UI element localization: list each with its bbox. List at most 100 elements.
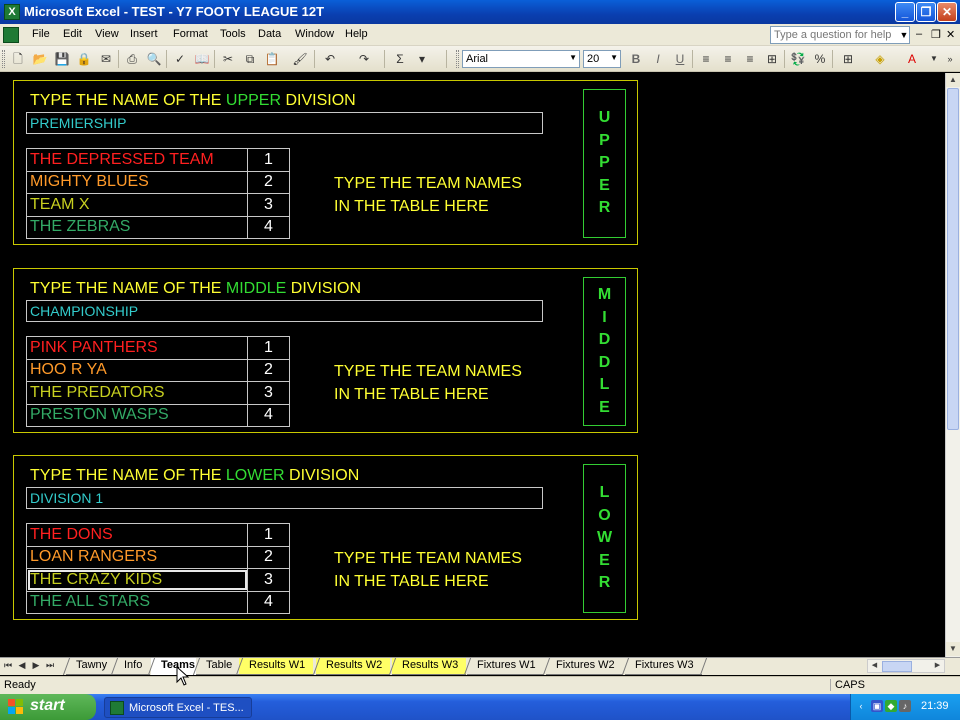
sheet-tab[interactable]: Fixtures W2 (546, 658, 623, 675)
font-name-dropdown-icon[interactable]: ▼ (569, 53, 577, 62)
title-bar[interactable]: X Microsoft Excel - TEST - Y7 FOOTY LEAG… (0, 0, 960, 24)
division-name-cell[interactable]: CHAMPIONSHIP (26, 300, 543, 322)
security-icon[interactable]: ◆ (885, 700, 897, 712)
open-icon[interactable]: 📂 (32, 51, 48, 67)
help-dropdown-icon[interactable]: ▼ (898, 26, 910, 44)
help-search-input[interactable]: Type a question for help (770, 26, 910, 44)
team-name-cell[interactable]: THE ZEBRAS (26, 215, 248, 239)
volume-icon[interactable]: ♪ (899, 700, 911, 712)
team-name-cell[interactable]: PRESTON WASPS (26, 403, 248, 427)
permission-icon[interactable]: 🔒 (76, 51, 92, 67)
autosum-dropdown-icon[interactable]: ▾ (414, 51, 430, 67)
new-icon[interactable]: 🗋 (10, 51, 26, 67)
excel-icon[interactable]: X (4, 4, 20, 20)
underline-icon[interactable]: U (672, 51, 688, 67)
team-number-cell[interactable]: 1 (247, 336, 290, 360)
copy-icon[interactable]: ⧉ (242, 51, 258, 67)
italic-icon[interactable]: I (650, 51, 666, 67)
horizontal-scrollbar[interactable]: ◀ ▶ (867, 659, 945, 673)
workbook-restore-icon[interactable]: ❐ (931, 28, 941, 41)
minimize-button[interactable]: _ (895, 2, 915, 22)
team-number-cell[interactable]: 3 (247, 568, 290, 592)
team-number-cell[interactable]: 2 (247, 170, 290, 194)
sheet-tab[interactable]: Results W3 (392, 658, 467, 675)
print-icon[interactable]: ⎙ (124, 51, 140, 67)
menu-insert[interactable]: Insert (130, 28, 158, 40)
team-name-cell[interactable]: LOAN RANGERS (26, 545, 248, 569)
align-left-icon[interactable]: ≡ (698, 51, 714, 67)
font-color-icon[interactable]: A (904, 51, 920, 67)
font-size-select[interactable]: 20 ▼ (583, 50, 621, 68)
network-icon[interactable]: ▣ (871, 700, 883, 712)
sheet-tab[interactable]: Results W2 (316, 658, 391, 675)
team-name-cell[interactable]: MIGHTY BLUES (26, 170, 248, 194)
division-name-cell[interactable]: DIVISION 1 (26, 487, 543, 509)
save-icon[interactable]: 💾 (54, 51, 70, 67)
worksheet-grid[interactable]: TYPE THE NAME OF THE UPPER DIVISION PREM… (0, 73, 945, 657)
team-number-cell[interactable]: 4 (247, 590, 290, 614)
scroll-down-icon[interactable]: ▼ (946, 642, 960, 656)
menu-data[interactable]: Data (258, 28, 281, 40)
team-name-cell[interactable]: THE PREDATORS (26, 381, 248, 405)
team-number-cell[interactable]: 4 (247, 215, 290, 239)
division-name-cell[interactable]: PREMIERSHIP (26, 112, 543, 134)
workbook-close-icon[interactable]: ✕ (946, 28, 955, 41)
team-name-cell[interactable]: PINK PANTHERS (26, 336, 248, 360)
team-number-cell[interactable]: 3 (247, 381, 290, 405)
paste-icon[interactable]: 📋 (264, 51, 280, 67)
team-name-cell[interactable]: HOO R YA (26, 358, 248, 382)
team-number-cell[interactable]: 1 (247, 148, 290, 172)
prev-sheet-icon[interactable]: ◀ (16, 660, 28, 671)
sheet-tab[interactable]: Table (196, 658, 241, 675)
sheet-tab[interactable]: Fixtures W3 (625, 658, 702, 675)
redo-icon[interactable]: ↷ (356, 51, 372, 67)
team-number-cell[interactable]: 1 (247, 523, 290, 547)
team-name-cell[interactable]: TEAM X (26, 193, 248, 217)
font-size-dropdown-icon[interactable]: ▼ (610, 53, 618, 62)
close-button[interactable]: ✕ (937, 2, 957, 22)
font-name-select[interactable]: Arial ▼ (462, 50, 580, 68)
undo-icon[interactable]: ↶ (322, 51, 338, 67)
horizontal-scroll-thumb[interactable] (882, 661, 912, 672)
align-right-icon[interactable]: ≡ (742, 51, 758, 67)
menu-tools[interactable]: Tools (220, 28, 246, 40)
vertical-scrollbar[interactable]: ▲ ▼ (945, 73, 960, 657)
print-preview-icon[interactable]: 🔍 (146, 51, 162, 67)
scroll-up-icon[interactable]: ▲ (946, 73, 960, 87)
last-sheet-icon[interactable]: ⏭ (44, 660, 56, 671)
merge-center-icon[interactable]: ⊞ (764, 51, 780, 67)
bold-icon[interactable]: B (628, 51, 644, 67)
team-number-cell[interactable]: 2 (247, 358, 290, 382)
cut-icon[interactable]: ✂ (220, 51, 236, 67)
team-name-cell[interactable]: THE DONS (26, 523, 248, 547)
font-color-dropdown-icon[interactable]: ▼ (926, 51, 942, 67)
email-icon[interactable]: ✉ (98, 51, 114, 67)
team-name-cell[interactable]: THE CRAZY KIDS (26, 568, 248, 592)
team-name-cell[interactable]: THE ALL STARS (26, 590, 248, 614)
team-number-cell[interactable]: 4 (247, 403, 290, 427)
menu-view[interactable]: View (95, 28, 119, 40)
sheet-tab[interactable]: Tawny (66, 658, 116, 675)
workbook-icon[interactable] (3, 27, 19, 43)
team-number-cell[interactable]: 2 (247, 545, 290, 569)
format-painter-icon[interactable]: 🖌 (292, 51, 308, 67)
spelling-icon[interactable]: ✓ (172, 51, 188, 67)
toolbar-options-icon[interactable]: » (942, 51, 958, 67)
menu-window[interactable]: Window (295, 28, 334, 40)
scroll-left-icon[interactable]: ◀ (868, 660, 881, 672)
sheet-tab[interactable]: Info (114, 658, 151, 675)
menu-file[interactable]: File (32, 28, 50, 40)
taskbar-excel-button[interactable]: Microsoft Excel - TES... (104, 697, 252, 718)
next-sheet-icon[interactable]: ▶ (30, 660, 42, 671)
sheet-tab[interactable]: Results W1 (239, 658, 314, 675)
formatting-toolbar-grip[interactable] (456, 50, 459, 68)
scroll-right-icon[interactable]: ▶ (931, 660, 944, 672)
percent-icon[interactable]: % (812, 51, 828, 67)
autosum-icon[interactable]: Σ (392, 51, 408, 67)
research-icon[interactable]: 📖 (194, 51, 210, 67)
tray-expand-icon[interactable]: ‹ (855, 700, 867, 712)
team-number-cell[interactable]: 3 (247, 193, 290, 217)
maximize-button[interactable]: ❐ (916, 2, 936, 22)
menu-help[interactable]: Help (345, 28, 368, 40)
align-center-icon[interactable]: ≡ (720, 51, 736, 67)
